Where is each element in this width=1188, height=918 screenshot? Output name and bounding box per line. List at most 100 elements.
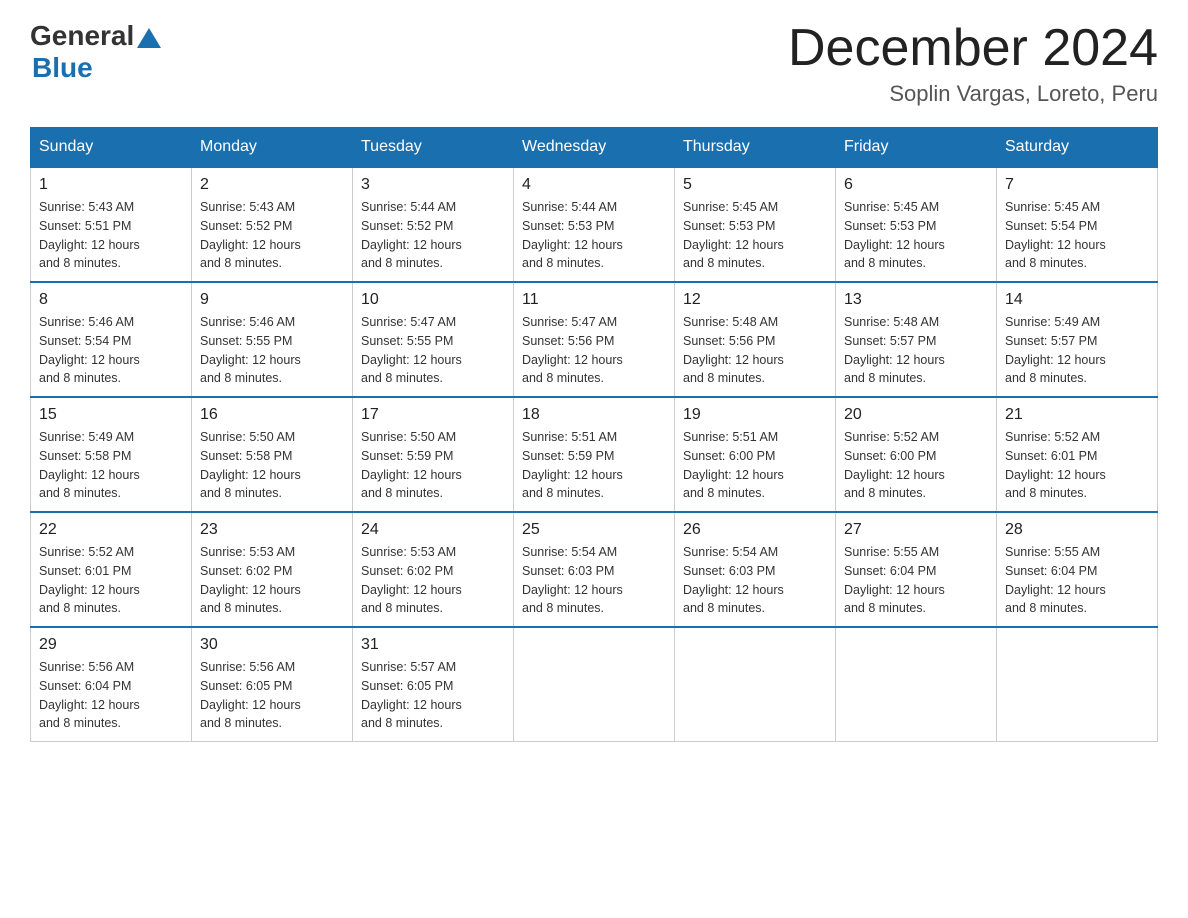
week-row-1: 1 Sunrise: 5:43 AM Sunset: 5:51 PM Dayli… xyxy=(31,167,1158,282)
header-thursday: Thursday xyxy=(675,128,836,168)
calendar-cell: 17 Sunrise: 5:50 AM Sunset: 5:59 PM Dayl… xyxy=(353,397,514,512)
month-title: December 2024 xyxy=(788,20,1158,77)
day-number: 11 xyxy=(522,291,666,309)
day-info: Sunrise: 5:52 AM Sunset: 6:00 PM Dayligh… xyxy=(844,428,988,503)
day-info: Sunrise: 5:55 AM Sunset: 6:04 PM Dayligh… xyxy=(1005,543,1149,618)
day-number: 14 xyxy=(1005,291,1149,309)
day-info: Sunrise: 5:54 AM Sunset: 6:03 PM Dayligh… xyxy=(683,543,827,618)
calendar-cell: 11 Sunrise: 5:47 AM Sunset: 5:56 PM Dayl… xyxy=(514,282,675,397)
calendar-cell: 19 Sunrise: 5:51 AM Sunset: 6:00 PM Dayl… xyxy=(675,397,836,512)
day-number: 13 xyxy=(844,291,988,309)
calendar-cell: 2 Sunrise: 5:43 AM Sunset: 5:52 PM Dayli… xyxy=(192,167,353,282)
calendar-cell: 22 Sunrise: 5:52 AM Sunset: 6:01 PM Dayl… xyxy=(31,512,192,627)
header-sunday: Sunday xyxy=(31,128,192,168)
logo-blue-text: Blue xyxy=(32,52,93,84)
day-number: 24 xyxy=(361,521,505,539)
day-number: 12 xyxy=(683,291,827,309)
week-row-5: 29 Sunrise: 5:56 AM Sunset: 6:04 PM Dayl… xyxy=(31,627,1158,742)
day-info: Sunrise: 5:51 AM Sunset: 5:59 PM Dayligh… xyxy=(522,428,666,503)
calendar-cell: 29 Sunrise: 5:56 AM Sunset: 6:04 PM Dayl… xyxy=(31,627,192,742)
logo-triangle-icon xyxy=(137,28,161,48)
day-number: 1 xyxy=(39,176,183,194)
day-info: Sunrise: 5:43 AM Sunset: 5:52 PM Dayligh… xyxy=(200,198,344,273)
calendar-cell xyxy=(997,627,1158,742)
day-info: Sunrise: 5:44 AM Sunset: 5:52 PM Dayligh… xyxy=(361,198,505,273)
calendar-cell: 9 Sunrise: 5:46 AM Sunset: 5:55 PM Dayli… xyxy=(192,282,353,397)
day-number: 9 xyxy=(200,291,344,309)
day-info: Sunrise: 5:45 AM Sunset: 5:53 PM Dayligh… xyxy=(683,198,827,273)
location-title: Soplin Vargas, Loreto, Peru xyxy=(788,81,1158,107)
calendar-body: 1 Sunrise: 5:43 AM Sunset: 5:51 PM Dayli… xyxy=(31,167,1158,742)
day-number: 4 xyxy=(522,176,666,194)
calendar-cell: 7 Sunrise: 5:45 AM Sunset: 5:54 PM Dayli… xyxy=(997,167,1158,282)
day-number: 27 xyxy=(844,521,988,539)
week-row-3: 15 Sunrise: 5:49 AM Sunset: 5:58 PM Dayl… xyxy=(31,397,1158,512)
day-info: Sunrise: 5:50 AM Sunset: 5:59 PM Dayligh… xyxy=(361,428,505,503)
calendar-cell: 6 Sunrise: 5:45 AM Sunset: 5:53 PM Dayli… xyxy=(836,167,997,282)
header-tuesday: Tuesday xyxy=(353,128,514,168)
day-info: Sunrise: 5:48 AM Sunset: 5:56 PM Dayligh… xyxy=(683,313,827,388)
calendar-header: SundayMondayTuesdayWednesdayThursdayFrid… xyxy=(31,128,1158,168)
day-info: Sunrise: 5:54 AM Sunset: 6:03 PM Dayligh… xyxy=(522,543,666,618)
calendar-cell: 24 Sunrise: 5:53 AM Sunset: 6:02 PM Dayl… xyxy=(353,512,514,627)
week-row-2: 8 Sunrise: 5:46 AM Sunset: 5:54 PM Dayli… xyxy=(31,282,1158,397)
calendar-cell: 8 Sunrise: 5:46 AM Sunset: 5:54 PM Dayli… xyxy=(31,282,192,397)
day-number: 26 xyxy=(683,521,827,539)
day-info: Sunrise: 5:52 AM Sunset: 6:01 PM Dayligh… xyxy=(39,543,183,618)
day-number: 19 xyxy=(683,406,827,424)
day-number: 20 xyxy=(844,406,988,424)
calendar-cell: 28 Sunrise: 5:55 AM Sunset: 6:04 PM Dayl… xyxy=(997,512,1158,627)
day-number: 29 xyxy=(39,636,183,654)
header-saturday: Saturday xyxy=(997,128,1158,168)
day-number: 17 xyxy=(361,406,505,424)
day-number: 23 xyxy=(200,521,344,539)
day-number: 21 xyxy=(1005,406,1149,424)
day-info: Sunrise: 5:45 AM Sunset: 5:54 PM Dayligh… xyxy=(1005,198,1149,273)
header-monday: Monday xyxy=(192,128,353,168)
calendar-cell: 15 Sunrise: 5:49 AM Sunset: 5:58 PM Dayl… xyxy=(31,397,192,512)
calendar-cell: 23 Sunrise: 5:53 AM Sunset: 6:02 PM Dayl… xyxy=(192,512,353,627)
calendar-table: SundayMondayTuesdayWednesdayThursdayFrid… xyxy=(30,127,1158,742)
calendar-cell xyxy=(675,627,836,742)
title-section: December 2024 Soplin Vargas, Loreto, Per… xyxy=(788,20,1158,107)
day-info: Sunrise: 5:56 AM Sunset: 6:05 PM Dayligh… xyxy=(200,658,344,733)
day-info: Sunrise: 5:43 AM Sunset: 5:51 PM Dayligh… xyxy=(39,198,183,273)
day-number: 8 xyxy=(39,291,183,309)
day-info: Sunrise: 5:50 AM Sunset: 5:58 PM Dayligh… xyxy=(200,428,344,503)
day-info: Sunrise: 5:49 AM Sunset: 5:57 PM Dayligh… xyxy=(1005,313,1149,388)
calendar-cell: 18 Sunrise: 5:51 AM Sunset: 5:59 PM Dayl… xyxy=(514,397,675,512)
calendar-cell xyxy=(836,627,997,742)
header-friday: Friday xyxy=(836,128,997,168)
day-number: 2 xyxy=(200,176,344,194)
calendar-cell: 30 Sunrise: 5:56 AM Sunset: 6:05 PM Dayl… xyxy=(192,627,353,742)
day-info: Sunrise: 5:49 AM Sunset: 5:58 PM Dayligh… xyxy=(39,428,183,503)
calendar-cell: 3 Sunrise: 5:44 AM Sunset: 5:52 PM Dayli… xyxy=(353,167,514,282)
day-info: Sunrise: 5:53 AM Sunset: 6:02 PM Dayligh… xyxy=(361,543,505,618)
calendar-cell: 21 Sunrise: 5:52 AM Sunset: 6:01 PM Dayl… xyxy=(997,397,1158,512)
day-info: Sunrise: 5:45 AM Sunset: 5:53 PM Dayligh… xyxy=(844,198,988,273)
day-info: Sunrise: 5:48 AM Sunset: 5:57 PM Dayligh… xyxy=(844,313,988,388)
day-info: Sunrise: 5:56 AM Sunset: 6:04 PM Dayligh… xyxy=(39,658,183,733)
day-number: 5 xyxy=(683,176,827,194)
logo-general-text: General xyxy=(30,20,134,52)
day-number: 10 xyxy=(361,291,505,309)
calendar-cell: 25 Sunrise: 5:54 AM Sunset: 6:03 PM Dayl… xyxy=(514,512,675,627)
calendar-cell: 31 Sunrise: 5:57 AM Sunset: 6:05 PM Dayl… xyxy=(353,627,514,742)
day-number: 18 xyxy=(522,406,666,424)
day-info: Sunrise: 5:51 AM Sunset: 6:00 PM Dayligh… xyxy=(683,428,827,503)
day-number: 6 xyxy=(844,176,988,194)
day-info: Sunrise: 5:53 AM Sunset: 6:02 PM Dayligh… xyxy=(200,543,344,618)
day-info: Sunrise: 5:47 AM Sunset: 5:55 PM Dayligh… xyxy=(361,313,505,388)
calendar-cell xyxy=(514,627,675,742)
day-number: 7 xyxy=(1005,176,1149,194)
logo: General Blue xyxy=(30,20,161,84)
calendar-cell: 12 Sunrise: 5:48 AM Sunset: 5:56 PM Dayl… xyxy=(675,282,836,397)
day-info: Sunrise: 5:44 AM Sunset: 5:53 PM Dayligh… xyxy=(522,198,666,273)
calendar-cell: 10 Sunrise: 5:47 AM Sunset: 5:55 PM Dayl… xyxy=(353,282,514,397)
calendar-cell: 20 Sunrise: 5:52 AM Sunset: 6:00 PM Dayl… xyxy=(836,397,997,512)
day-info: Sunrise: 5:57 AM Sunset: 6:05 PM Dayligh… xyxy=(361,658,505,733)
calendar-cell: 4 Sunrise: 5:44 AM Sunset: 5:53 PM Dayli… xyxy=(514,167,675,282)
day-number: 30 xyxy=(200,636,344,654)
day-number: 16 xyxy=(200,406,344,424)
calendar-cell: 13 Sunrise: 5:48 AM Sunset: 5:57 PM Dayl… xyxy=(836,282,997,397)
